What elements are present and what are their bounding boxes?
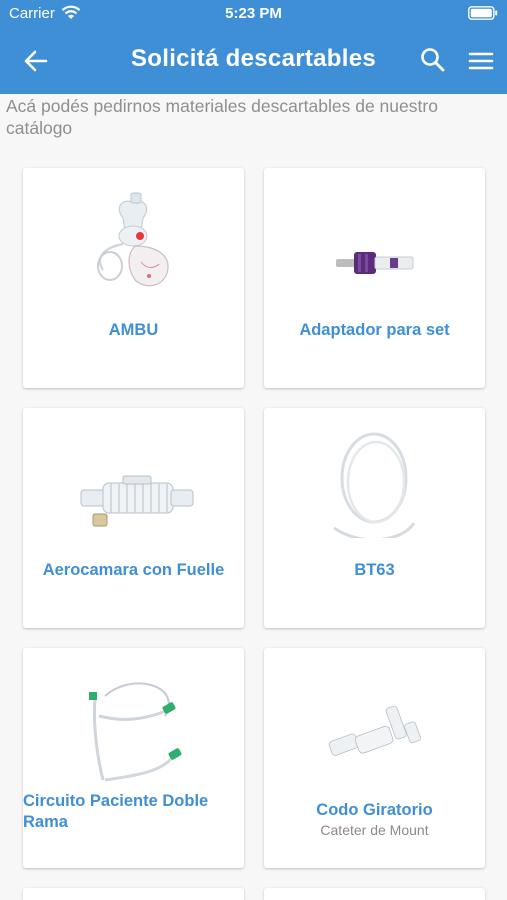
adapter-image <box>336 252 414 274</box>
product-card-circuito[interactable]: Circuito Paciente Doble Rama <box>23 648 244 868</box>
product-name: Circuito Paciente Doble Rama <box>23 792 209 831</box>
product-subtitle: Cateter de Mount <box>320 822 429 838</box>
intro-text: Acá podés pedirnos materiales descartabl… <box>6 96 438 138</box>
app-bar: Solicitá descartables <box>0 28 507 94</box>
product-name: Adaptador para set <box>299 321 450 339</box>
product-name: AMBU <box>108 321 159 339</box>
product-name: Codo Giratorio <box>316 801 433 819</box>
clock: 5:23 PM <box>225 5 282 22</box>
hamburger-menu-icon[interactable] <box>466 46 496 76</box>
product-card-adaptador[interactable]: Adaptador para set <box>264 168 485 388</box>
product-card-ambu[interactable]: AMBU <box>23 168 244 388</box>
ambu-image <box>97 192 169 287</box>
tubing-image <box>333 432 416 538</box>
battery-icon <box>468 6 498 20</box>
product-card-codo[interactable]: Codo Giratorio Cateter de Mount <box>264 648 485 868</box>
status-bar: Carrier 5:23 PM <box>0 0 507 28</box>
product-card[interactable] <box>264 888 485 900</box>
product-card-bt63[interactable]: BT63 <box>264 408 485 628</box>
product-name: Aerocamara con Fuelle <box>42 561 225 579</box>
product-card[interactable] <box>23 888 244 900</box>
elbow-connector-image <box>328 705 422 756</box>
circuit-image <box>89 682 182 782</box>
product-name: BT63 <box>354 561 395 579</box>
search-icon[interactable] <box>418 45 448 75</box>
product-card-aerocamara[interactable]: Aerocamara con Fuelle <box>23 408 244 628</box>
aerocamara-image <box>80 475 194 527</box>
